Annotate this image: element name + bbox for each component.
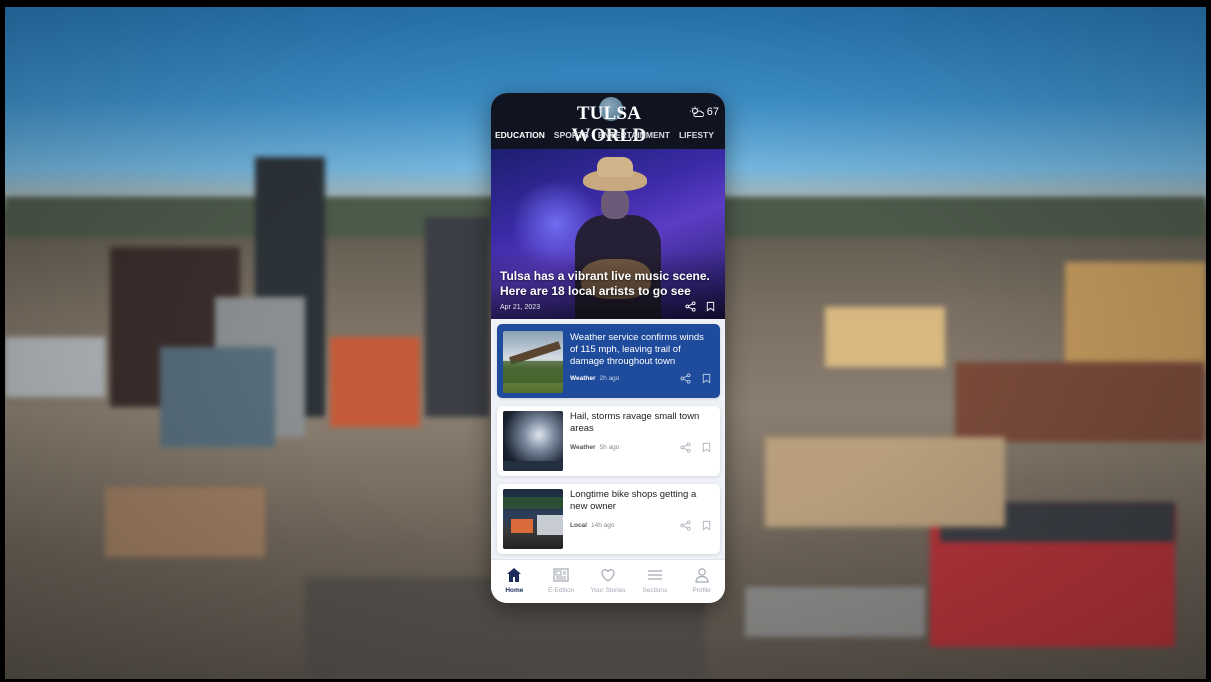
nav-e-edition[interactable]: E-Edition (539, 566, 583, 594)
section-tabs: EDUCATION SPORTS ENTERTAINMENT LIFESTY (495, 130, 714, 140)
app-header: TULSA WORLD 67 EDUCATION SPORTS ENTERTAI… (491, 93, 725, 149)
tab-sports[interactable]: SPORTS (554, 130, 589, 140)
article-category: Local (570, 522, 587, 529)
person-icon (694, 568, 709, 583)
share-icon[interactable] (680, 520, 691, 531)
article-card[interactable]: Hail, storms ravage small town areas Wea… (497, 406, 720, 476)
article-headline[interactable]: Longtime bike shops getting a new owner (570, 489, 714, 513)
nav-home[interactable]: Home (492, 566, 536, 594)
article-category: Weather (570, 444, 596, 451)
list-icon (647, 570, 662, 580)
article-card-featured[interactable]: Weather service confirms winds of 115 mp… (497, 324, 720, 398)
share-icon[interactable] (680, 373, 691, 384)
hero-headline[interactable]: Tulsa has a vibrant live music scene. He… (500, 269, 710, 299)
tab-entertainment[interactable]: ENTERTAINMENT (598, 130, 670, 140)
article-thumbnail (503, 331, 563, 393)
bottom-navigation: Home E-Edition Your Stories Sections Pro… (491, 559, 725, 603)
nav-profile[interactable]: Profile (680, 566, 724, 594)
share-icon[interactable] (680, 442, 691, 453)
bookmark-icon[interactable] (705, 301, 716, 312)
article-thumbnail (503, 411, 563, 471)
article-category: Weather (570, 375, 596, 382)
temperature-value: 67 (706, 106, 719, 118)
bookmark-icon[interactable] (701, 442, 712, 453)
hero-date: Apr 21, 2023 (500, 304, 541, 311)
nav-your-stories[interactable]: Your Stories (586, 566, 630, 594)
tab-lifestyle[interactable]: LIFESTY (679, 130, 714, 140)
weather-widget[interactable]: 67 (689, 106, 719, 118)
article-time: 14h ago (590, 522, 615, 529)
tulsa-world-logo[interactable]: TULSA WORLD (551, 97, 667, 147)
hero-story[interactable]: Tulsa has a vibrant live music scene. He… (491, 149, 725, 319)
article-headline[interactable]: Hail, storms ravage small town areas (570, 411, 714, 435)
article-headline[interactable]: Weather service confirms winds of 115 mp… (570, 332, 714, 368)
nav-sections[interactable]: Sections (633, 566, 677, 594)
phone-app-screen: TULSA WORLD 67 EDUCATION SPORTS ENTERTAI… (491, 93, 725, 603)
partly-sunny-icon (689, 106, 704, 117)
heart-icon (601, 569, 615, 582)
home-icon (507, 568, 522, 582)
article-thumbnail (503, 489, 563, 549)
tab-education[interactable]: EDUCATION (495, 130, 545, 140)
bookmark-icon[interactable] (701, 520, 712, 531)
article-card[interactable]: Longtime bike shops getting a new owner … (497, 484, 720, 554)
article-time: 5h ago (599, 444, 620, 451)
bookmark-icon[interactable] (701, 373, 712, 384)
newspaper-icon (553, 568, 569, 582)
article-time: 2h ago (599, 375, 620, 382)
share-icon[interactable] (685, 301, 696, 312)
